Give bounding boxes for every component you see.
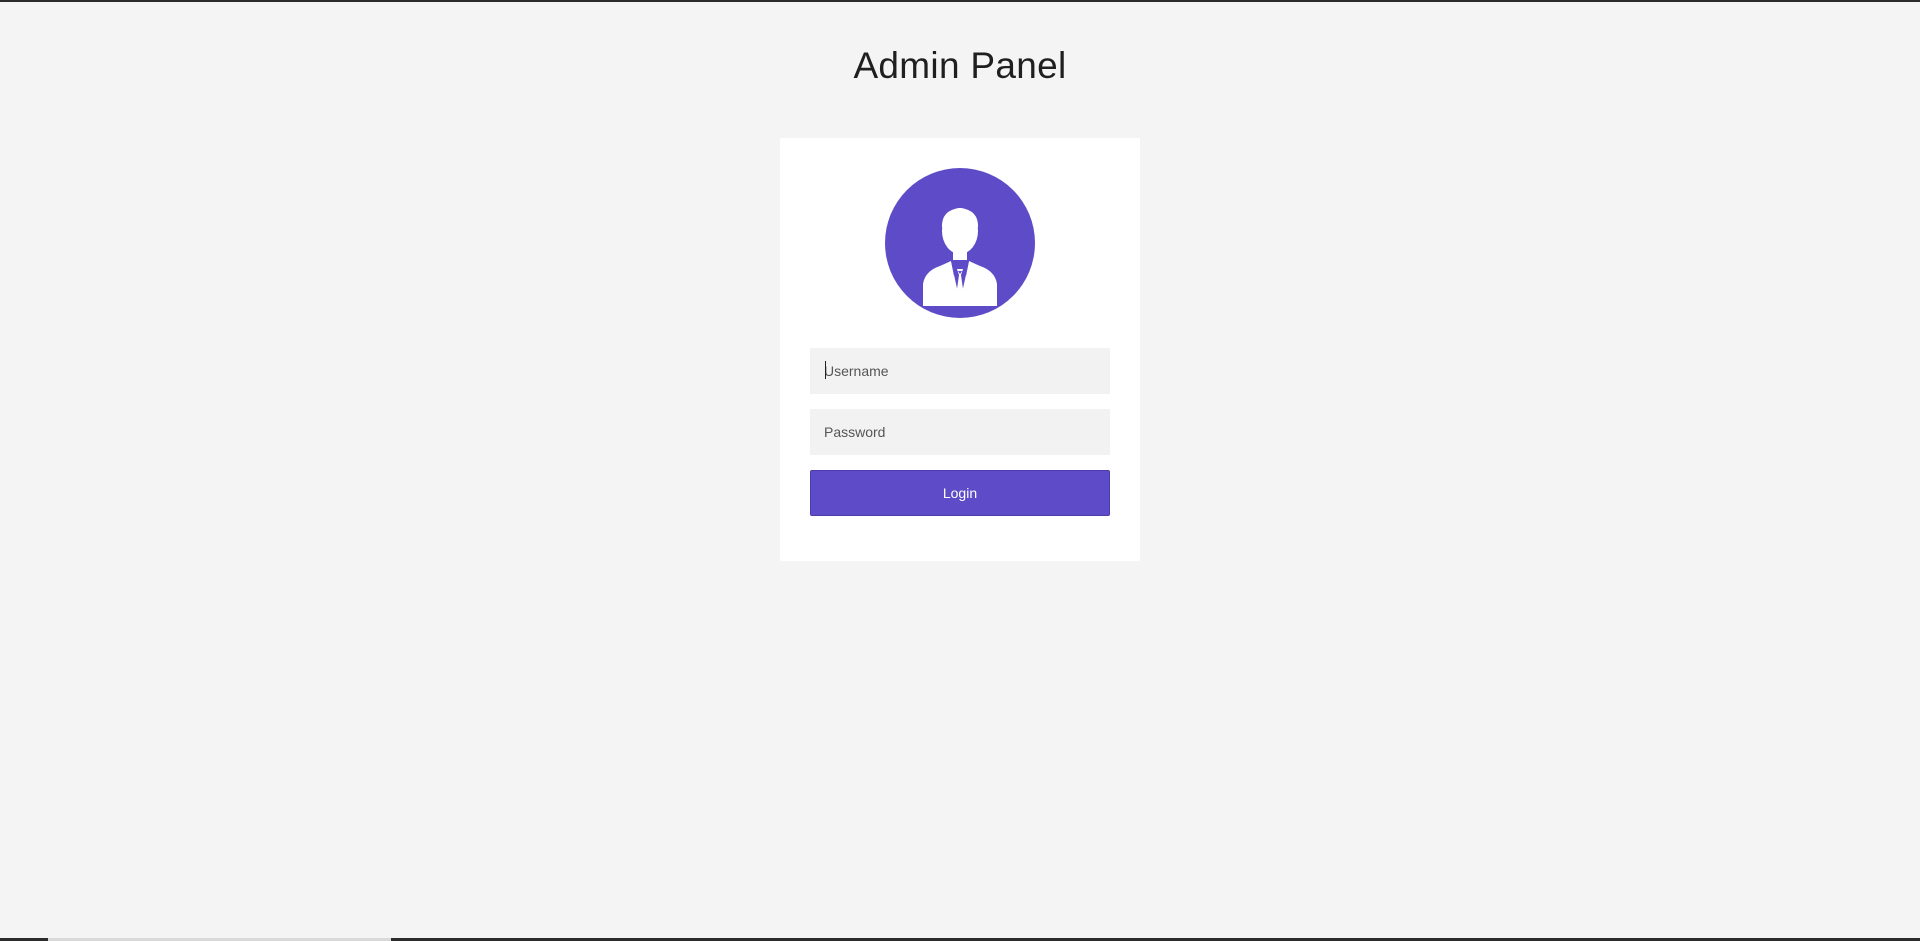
text-cursor [825,361,826,379]
login-card: Login [780,138,1140,561]
window-top-border [0,0,1920,2]
username-input[interactable] [810,348,1110,394]
user-businessman-icon [923,208,997,306]
avatar [885,168,1035,318]
password-input[interactable] [810,409,1110,455]
page-title: Admin Panel [853,45,1067,86]
login-page: Admin Panel Login [0,0,1920,941]
login-button[interactable]: Login [810,470,1110,516]
